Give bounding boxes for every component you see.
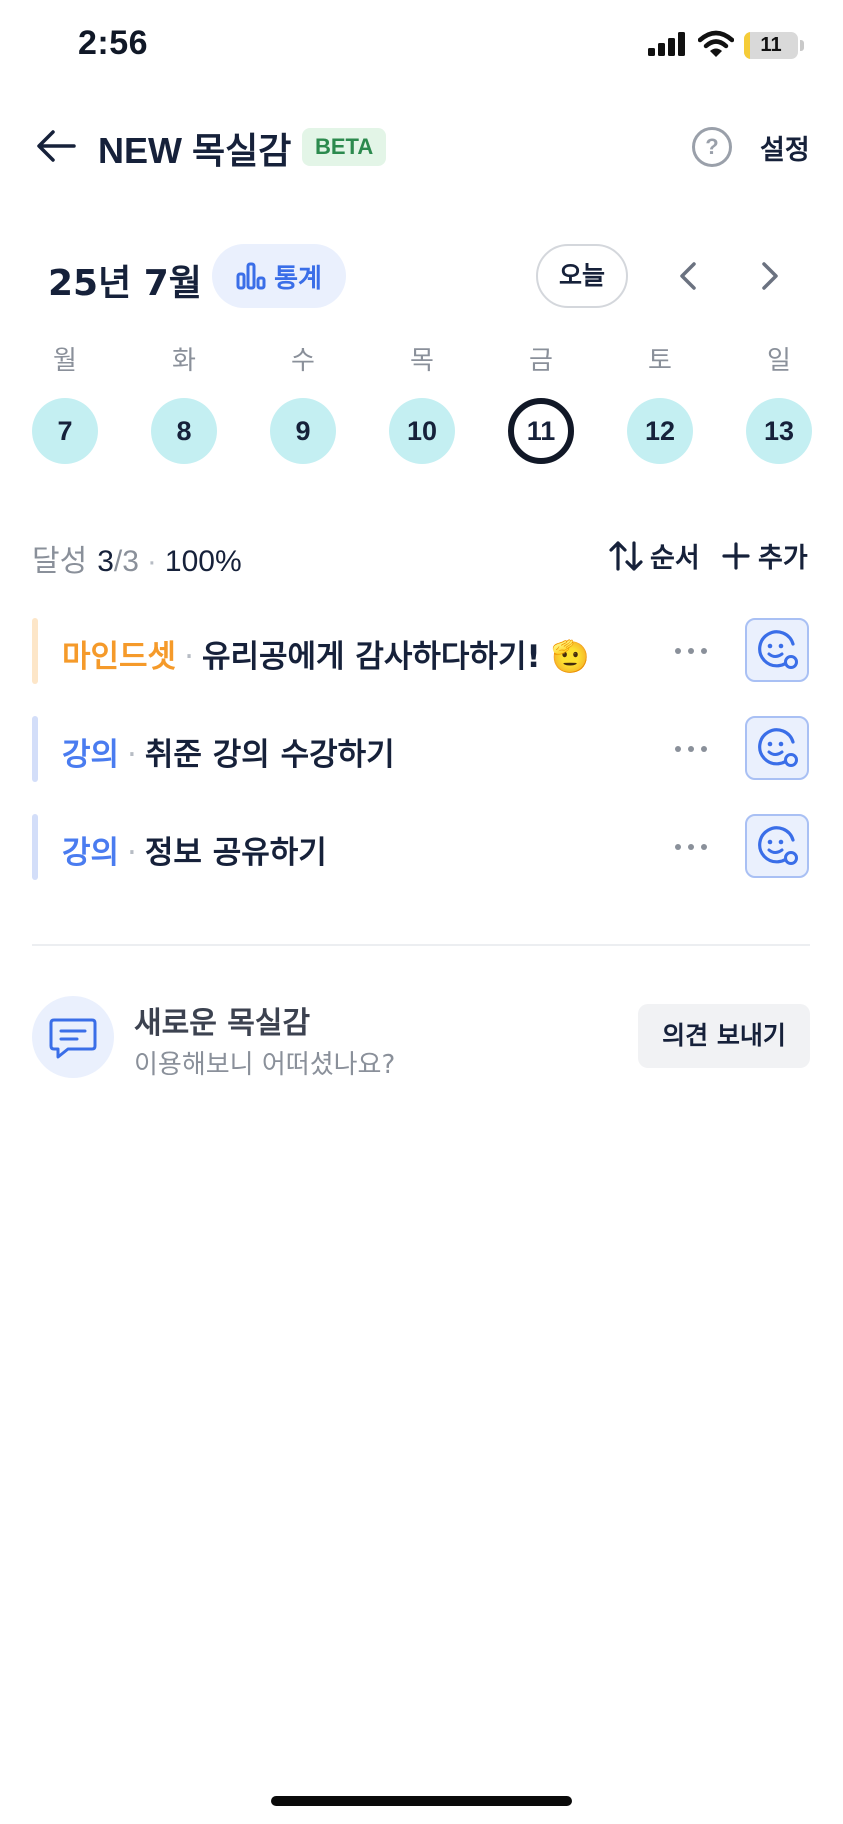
task-row[interactable]: 강의 · 취준 강의 수강하기 (32, 716, 810, 782)
weekday-label: 토 (648, 346, 672, 376)
task-separator: · (127, 737, 137, 773)
weekday-label: 일 (767, 346, 791, 376)
send-feedback-button[interactable]: 의견 보내기 (638, 1004, 810, 1068)
summary-separator: · (146, 545, 157, 578)
task-title: 취준 강의 수강하기 (144, 737, 395, 773)
sort-arrows-icon (609, 540, 643, 571)
next-week-button[interactable] (752, 256, 788, 296)
beta-badge: BETA (302, 128, 387, 166)
battery-icon: 11 (744, 32, 798, 59)
feedback-icon-container (32, 996, 114, 1078)
task-mood-button[interactable] (745, 716, 809, 780)
task-title: 정보 공유하기 (144, 835, 327, 871)
stats-label: 통계 (274, 263, 322, 294)
plus-icon (722, 541, 750, 570)
task-mood-button[interactable] (745, 618, 809, 682)
bar-chart-icon (236, 262, 266, 290)
weekday-label: 금 (529, 346, 553, 376)
day-12[interactable]: 12 (627, 398, 693, 464)
category-bar (32, 716, 38, 782)
feedback-subtitle: 이용해보니 어떠셨나요? (134, 1050, 396, 1080)
achievement-summary: 달성 3 / 3 · 100% (32, 536, 242, 580)
status-time: 2:56 (78, 24, 149, 62)
sort-button[interactable]: 순서 (608, 536, 700, 575)
home-indicator (271, 1796, 572, 1806)
task-category: 마인드셋 (62, 639, 177, 675)
more-options-icon[interactable] (672, 734, 710, 764)
task-text: 강의 · 정보 공유하기 (62, 827, 610, 872)
day-13[interactable]: 13 (746, 398, 812, 464)
smile-face-icon (758, 728, 798, 767)
back-button[interactable] (34, 126, 78, 166)
task-mood-button[interactable] (745, 814, 809, 878)
prev-week-button[interactable] (670, 256, 706, 296)
chat-bubble-icon (49, 1018, 97, 1059)
task-title: 유리공에게 감사하다하기! 🫡 (201, 639, 590, 675)
month-label: 25년 7월 (48, 263, 202, 304)
task-category: 강의 (62, 835, 120, 871)
category-bar (32, 814, 38, 880)
add-button[interactable]: 추가 (722, 536, 808, 575)
settings-button[interactable]: 설정 (760, 128, 810, 167)
category-bar (32, 618, 38, 684)
day-8[interactable]: 8 (151, 398, 217, 464)
weekday-label: 화 (172, 346, 196, 376)
divider (32, 944, 810, 946)
summary-total: 3 (122, 545, 139, 578)
task-separator: · (127, 835, 137, 871)
more-options-icon[interactable] (672, 636, 710, 666)
battery-nub (800, 40, 804, 51)
weekday-label: 월 (53, 346, 77, 376)
weekday-label: 목 (410, 346, 434, 376)
cellular-signal-icon (648, 32, 685, 56)
day-10[interactable]: 10 (389, 398, 455, 464)
feedback-title: 새로운 목실감 (134, 1006, 311, 1041)
summary-percent: 100% (164, 545, 242, 578)
more-options-icon[interactable] (672, 832, 710, 862)
task-category: 강의 (62, 737, 120, 773)
wifi-icon (698, 30, 734, 57)
weekday-label: 수 (291, 346, 315, 376)
summary-done: 3 (97, 545, 114, 578)
sort-label: 순서 (650, 543, 700, 574)
summary-label: 달성 (32, 545, 88, 578)
task-row[interactable]: 강의 · 정보 공유하기 (32, 814, 810, 880)
help-button[interactable]: ? (692, 127, 732, 167)
smile-face-icon (758, 826, 798, 865)
task-text: 강의 · 취준 강의 수강하기 (62, 729, 610, 774)
day-9[interactable]: 9 (270, 398, 336, 464)
smile-face-icon (758, 630, 798, 669)
task-row[interactable]: 마인드셋 · 유리공에게 감사하다하기! 🫡 (32, 618, 810, 684)
page-title: NEW 목실감 (98, 130, 292, 171)
task-separator: · (184, 639, 194, 675)
day-11[interactable]: 11 (508, 398, 574, 464)
task-text: 마인드셋 · 유리공에게 감사하다하기! 🫡 (62, 631, 610, 676)
summary-slash: / (113, 545, 123, 578)
battery-level: 11 (760, 34, 782, 56)
stats-button[interactable]: 통계 (212, 244, 346, 308)
day-7[interactable]: 7 (32, 398, 98, 464)
today-button[interactable]: 오늘 (536, 244, 628, 308)
add-label: 추가 (758, 543, 808, 574)
